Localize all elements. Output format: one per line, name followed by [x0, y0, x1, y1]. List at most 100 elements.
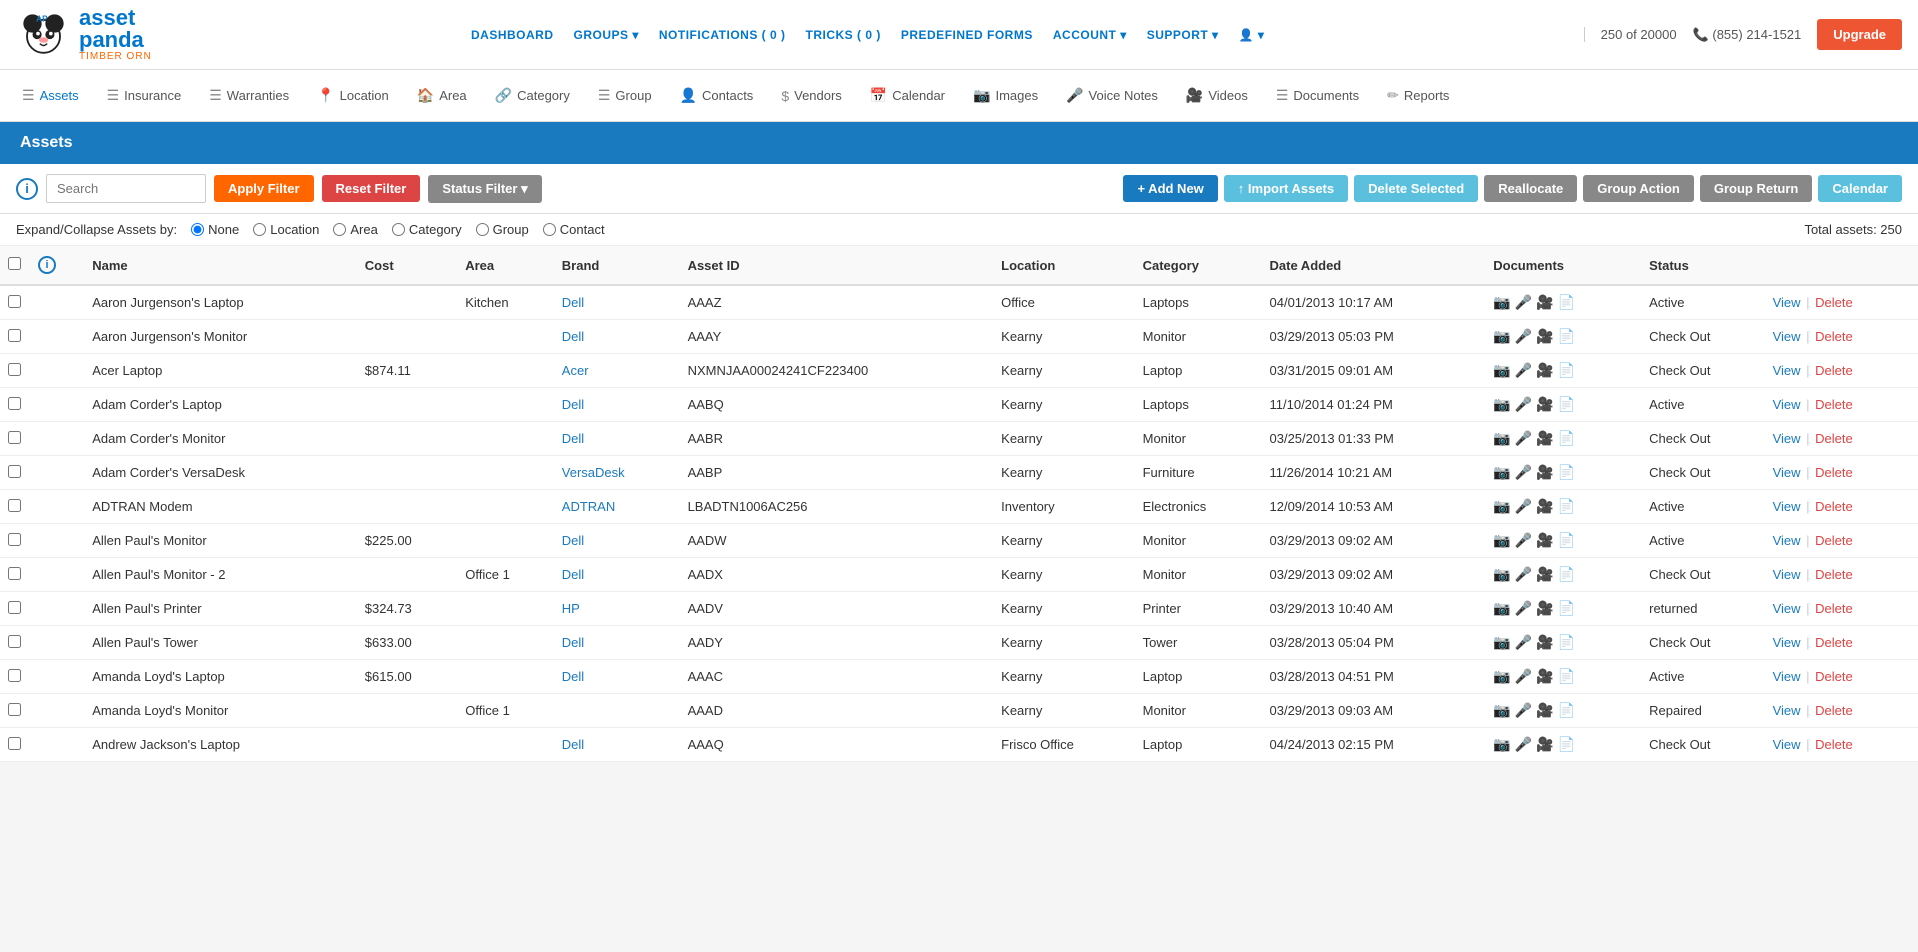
- secnav-contacts[interactable]: 👤 Contacts: [668, 79, 766, 112]
- camera-icon[interactable]: 📷: [1493, 464, 1510, 481]
- camera-icon[interactable]: 📷: [1493, 532, 1510, 549]
- mic-icon[interactable]: 🎤: [1515, 634, 1532, 651]
- row-checkbox[interactable]: [0, 660, 30, 694]
- nav-predefined-forms[interactable]: PREDEFINED FORMS: [901, 28, 1033, 42]
- camera-icon[interactable]: 📷: [1493, 736, 1510, 753]
- table-info-icon[interactable]: i: [38, 256, 56, 274]
- view-link[interactable]: View: [1773, 431, 1801, 446]
- expand-area[interactable]: Area: [333, 222, 377, 237]
- delete-link[interactable]: Delete: [1815, 397, 1853, 412]
- view-link[interactable]: View: [1773, 601, 1801, 616]
- delete-link[interactable]: Delete: [1815, 363, 1853, 378]
- expand-contact[interactable]: Contact: [543, 222, 605, 237]
- video-icon[interactable]: 🎥: [1536, 294, 1553, 311]
- video-icon[interactable]: 🎥: [1536, 634, 1553, 651]
- nav-notifications[interactable]: NOTIFICATIONS ( 0 ): [659, 28, 786, 42]
- reallocate-button[interactable]: Reallocate: [1484, 175, 1577, 202]
- nav-groups[interactable]: GROUPS ▾: [574, 28, 639, 42]
- mic-icon[interactable]: 🎤: [1515, 566, 1532, 583]
- mic-icon[interactable]: 🎤: [1515, 702, 1532, 719]
- header-location[interactable]: Location: [993, 246, 1134, 285]
- mic-icon[interactable]: 🎤: [1515, 498, 1532, 515]
- camera-icon[interactable]: 📷: [1493, 396, 1510, 413]
- row-checkbox[interactable]: [0, 694, 30, 728]
- camera-icon[interactable]: 📷: [1493, 634, 1510, 651]
- header-date-added[interactable]: Date Added: [1262, 246, 1486, 285]
- apply-filter-button[interactable]: Apply Filter: [214, 175, 314, 202]
- camera-icon[interactable]: 📷: [1493, 668, 1510, 685]
- row-checkbox[interactable]: [0, 285, 30, 320]
- mic-icon[interactable]: 🎤: [1515, 736, 1532, 753]
- header-status[interactable]: Status: [1641, 246, 1764, 285]
- video-icon[interactable]: 🎥: [1536, 566, 1553, 583]
- camera-icon[interactable]: 📷: [1493, 328, 1510, 345]
- video-icon[interactable]: 🎥: [1536, 328, 1553, 345]
- secnav-documents[interactable]: ☰ Documents: [1264, 79, 1371, 112]
- calendar-button[interactable]: Calendar: [1818, 175, 1902, 202]
- video-icon[interactable]: 🎥: [1536, 532, 1553, 549]
- delete-selected-button[interactable]: Delete Selected: [1354, 175, 1478, 202]
- delete-link[interactable]: Delete: [1815, 465, 1853, 480]
- mic-icon[interactable]: 🎤: [1515, 464, 1532, 481]
- doc-icon[interactable]: 📄: [1558, 430, 1575, 447]
- add-new-button[interactable]: + Add New: [1123, 175, 1217, 202]
- row-checkbox[interactable]: [0, 524, 30, 558]
- expand-category[interactable]: Category: [392, 222, 462, 237]
- nav-account[interactable]: ACCOUNT ▾: [1053, 28, 1127, 42]
- mic-icon[interactable]: 🎤: [1515, 396, 1532, 413]
- header-category[interactable]: Category: [1135, 246, 1262, 285]
- secnav-group[interactable]: ☰ Group: [586, 79, 664, 112]
- doc-icon[interactable]: 📄: [1558, 634, 1575, 651]
- row-checkbox[interactable]: [0, 422, 30, 456]
- video-icon[interactable]: 🎥: [1536, 464, 1553, 481]
- camera-icon[interactable]: 📷: [1493, 600, 1510, 617]
- doc-icon[interactable]: 📄: [1558, 328, 1575, 345]
- row-checkbox[interactable]: [0, 388, 30, 422]
- nav-tricks[interactable]: TRICKS ( 0 ): [806, 28, 881, 42]
- video-icon[interactable]: 🎥: [1536, 668, 1553, 685]
- delete-link[interactable]: Delete: [1815, 533, 1853, 548]
- video-icon[interactable]: 🎥: [1536, 736, 1553, 753]
- upgrade-button[interactable]: Upgrade: [1817, 19, 1902, 50]
- row-checkbox[interactable]: [0, 354, 30, 388]
- group-return-button[interactable]: Group Return: [1700, 175, 1813, 202]
- secnav-location[interactable]: 📍 Location: [305, 79, 401, 112]
- mic-icon[interactable]: 🎤: [1515, 600, 1532, 617]
- secnav-calendar[interactable]: 📅 Calendar: [858, 79, 957, 112]
- view-link[interactable]: View: [1773, 397, 1801, 412]
- header-asset-id[interactable]: Asset ID: [680, 246, 994, 285]
- video-icon[interactable]: 🎥: [1536, 498, 1553, 515]
- video-icon[interactable]: 🎥: [1536, 430, 1553, 447]
- header-select-all[interactable]: [0, 246, 30, 285]
- view-link[interactable]: View: [1773, 295, 1801, 310]
- secnav-videos[interactable]: 🎥 Videos: [1174, 79, 1260, 112]
- view-link[interactable]: View: [1773, 465, 1801, 480]
- camera-icon[interactable]: 📷: [1493, 566, 1510, 583]
- secnav-category[interactable]: 🔗 Category: [483, 79, 582, 112]
- view-link[interactable]: View: [1773, 669, 1801, 684]
- header-cost[interactable]: Cost: [357, 246, 457, 285]
- mic-icon[interactable]: 🎤: [1515, 668, 1532, 685]
- video-icon[interactable]: 🎥: [1536, 600, 1553, 617]
- row-checkbox[interactable]: [0, 490, 30, 524]
- header-area[interactable]: Area: [457, 246, 554, 285]
- secnav-assets[interactable]: ☰ Assets: [10, 79, 91, 112]
- reset-filter-button[interactable]: Reset Filter: [322, 175, 421, 202]
- delete-link[interactable]: Delete: [1815, 669, 1853, 684]
- nav-support[interactable]: SUPPORT ▾: [1147, 28, 1219, 42]
- expand-none[interactable]: None: [191, 222, 239, 237]
- header-brand[interactable]: Brand: [554, 246, 680, 285]
- view-link[interactable]: View: [1773, 703, 1801, 718]
- doc-icon[interactable]: 📄: [1558, 532, 1575, 549]
- delete-link[interactable]: Delete: [1815, 737, 1853, 752]
- secnav-insurance[interactable]: ☰ Insurance: [95, 79, 194, 112]
- doc-icon[interactable]: 📄: [1558, 736, 1575, 753]
- video-icon[interactable]: 🎥: [1536, 702, 1553, 719]
- doc-icon[interactable]: 📄: [1558, 294, 1575, 311]
- secnav-images[interactable]: 📷 Images: [961, 79, 1050, 112]
- mic-icon[interactable]: 🎤: [1515, 532, 1532, 549]
- camera-icon[interactable]: 📷: [1493, 294, 1510, 311]
- status-filter-button[interactable]: Status Filter: [428, 175, 541, 203]
- doc-icon[interactable]: 📄: [1558, 702, 1575, 719]
- doc-icon[interactable]: 📄: [1558, 668, 1575, 685]
